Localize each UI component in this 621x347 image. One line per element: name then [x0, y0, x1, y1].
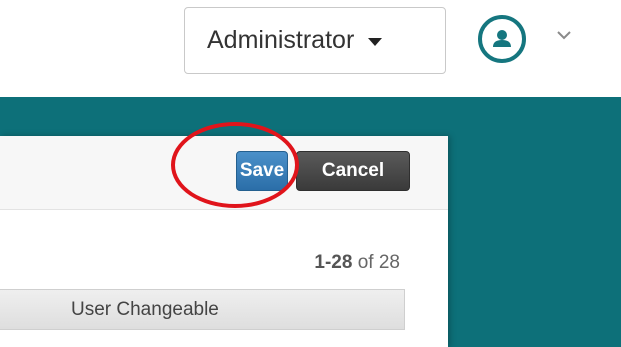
pagination-summary: 1-28 of 28: [314, 252, 400, 274]
pagination-range: 1-28: [314, 252, 353, 273]
caret-down-icon: [368, 38, 383, 46]
settings-panel: Save Cancel 1-28 of 28 User Changeable: [0, 136, 448, 347]
user-menu-button[interactable]: [474, 14, 584, 66]
table-header: User Changeable: [0, 289, 405, 330]
user-avatar-icon: [493, 30, 511, 47]
top-bar: Administrator: [0, 0, 621, 97]
cancel-button[interactable]: Cancel: [296, 151, 410, 191]
save-button[interactable]: Save: [236, 151, 288, 191]
column-header-user-changeable[interactable]: User Changeable: [71, 299, 219, 321]
role-selector-label: Administrator: [207, 26, 355, 54]
role-selector-dropdown[interactable]: Administrator: [184, 7, 446, 74]
avatar: [478, 15, 526, 63]
panel-toolbar: Save Cancel: [0, 136, 448, 210]
pagination-of-label: of: [357, 252, 374, 273]
pagination-total: 28: [378, 252, 400, 273]
chevron-down-icon: [557, 31, 571, 40]
